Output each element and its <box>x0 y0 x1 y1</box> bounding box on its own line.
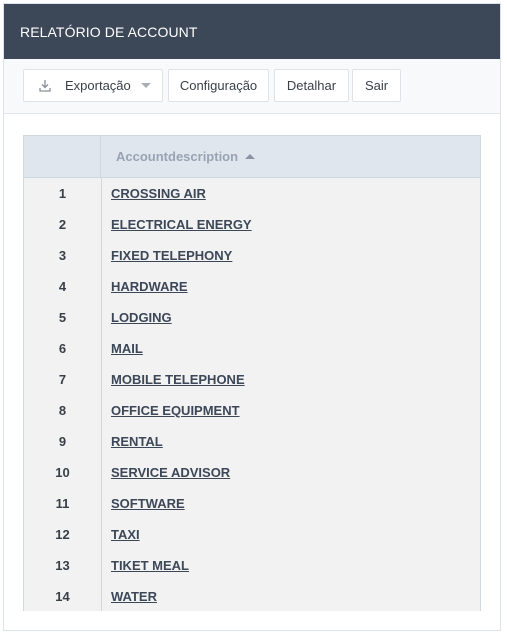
export-label: Exportação <box>65 78 131 93</box>
account-table: Accountdescription 1 CROSSING AIR 2 ELECTRI… <box>23 135 481 611</box>
table-row: 2 ELECTRICAL ENERGY <box>24 209 480 240</box>
table-row: 14 WATER <box>24 581 480 611</box>
row-number-header <box>24 136 101 177</box>
account-description-link[interactable]: MOBILE TELEPHONE <box>111 372 245 387</box>
report-header: RELATÓRIO DE ACCOUNT <box>4 4 500 59</box>
row-number: 12 <box>55 527 70 542</box>
table-row: 13 TIKET MEAL <box>24 550 480 581</box>
account-description-link[interactable]: HARDWARE <box>111 279 188 294</box>
account-description-link[interactable]: SOFTWARE <box>111 496 185 511</box>
download-icon <box>39 80 51 92</box>
table-row: 7 MOBILE TELEPHONE <box>24 364 480 395</box>
row-number: 3 <box>58 248 67 263</box>
configuration-button[interactable]: Configuração <box>168 69 269 102</box>
table-row: 12 TAXI <box>24 519 480 550</box>
table-row: 5 LODGING <box>24 302 480 333</box>
table-row: 3 FIXED TELEPHONY <box>24 240 480 271</box>
table-row: 4 HARDWARE <box>24 271 480 302</box>
row-number: 11 <box>55 496 70 511</box>
table-row: 11 SOFTWARE <box>24 488 480 519</box>
account-description-link[interactable]: MAIL <box>111 341 143 356</box>
account-description-link[interactable]: TIKET MEAL <box>111 558 189 573</box>
table-row: 8 OFFICE EQUIPMENT <box>24 395 480 426</box>
row-number: 9 <box>58 434 67 449</box>
row-number: 6 <box>58 341 67 356</box>
table-row: 1 CROSSING AIR <box>24 178 480 209</box>
column-header-accountdescription[interactable]: Accountdescription <box>116 149 256 164</box>
table-header: Accountdescription <box>24 136 480 178</box>
row-number: 8 <box>58 403 67 418</box>
account-description-link[interactable]: TAXI <box>111 527 140 542</box>
row-number: 4 <box>58 279 67 294</box>
table-row: 9 RENTAL <box>24 426 480 457</box>
row-number: 13 <box>55 558 70 573</box>
account-description-link[interactable]: FIXED TELEPHONY <box>111 248 232 263</box>
chevron-down-icon <box>140 83 151 88</box>
row-number: 1 <box>58 186 67 201</box>
report-panel: RELATÓRIO DE ACCOUNT Exportação Configur… <box>3 3 501 631</box>
toolbar: Exportação Configuração Detalhar Sair <box>4 59 500 114</box>
row-number: 7 <box>58 372 67 387</box>
row-number: 10 <box>55 465 70 480</box>
sort-ascending-icon <box>245 154 256 159</box>
detail-button[interactable]: Detalhar <box>274 69 349 102</box>
row-number: 5 <box>58 310 67 325</box>
row-number: 2 <box>58 217 67 232</box>
table-row: 6 MAIL <box>24 333 480 364</box>
table-row: 10 SERVICE ADVISOR <box>24 457 480 488</box>
account-description-link[interactable]: LODGING <box>111 310 172 325</box>
account-description-link[interactable]: OFFICE EQUIPMENT <box>111 403 240 418</box>
account-description-link[interactable]: RENTAL <box>111 434 163 449</box>
row-number: 14 <box>55 589 70 604</box>
account-description-link[interactable]: CROSSING AIR <box>111 186 206 201</box>
exit-button[interactable]: Sair <box>352 69 401 102</box>
report-title: RELATÓRIO DE ACCOUNT <box>20 24 198 40</box>
export-button[interactable]: Exportação <box>23 69 163 102</box>
account-description-link[interactable]: WATER <box>111 589 157 604</box>
account-description-link[interactable]: SERVICE ADVISOR <box>111 465 230 480</box>
account-description-link[interactable]: ELECTRICAL ENERGY <box>111 217 252 232</box>
